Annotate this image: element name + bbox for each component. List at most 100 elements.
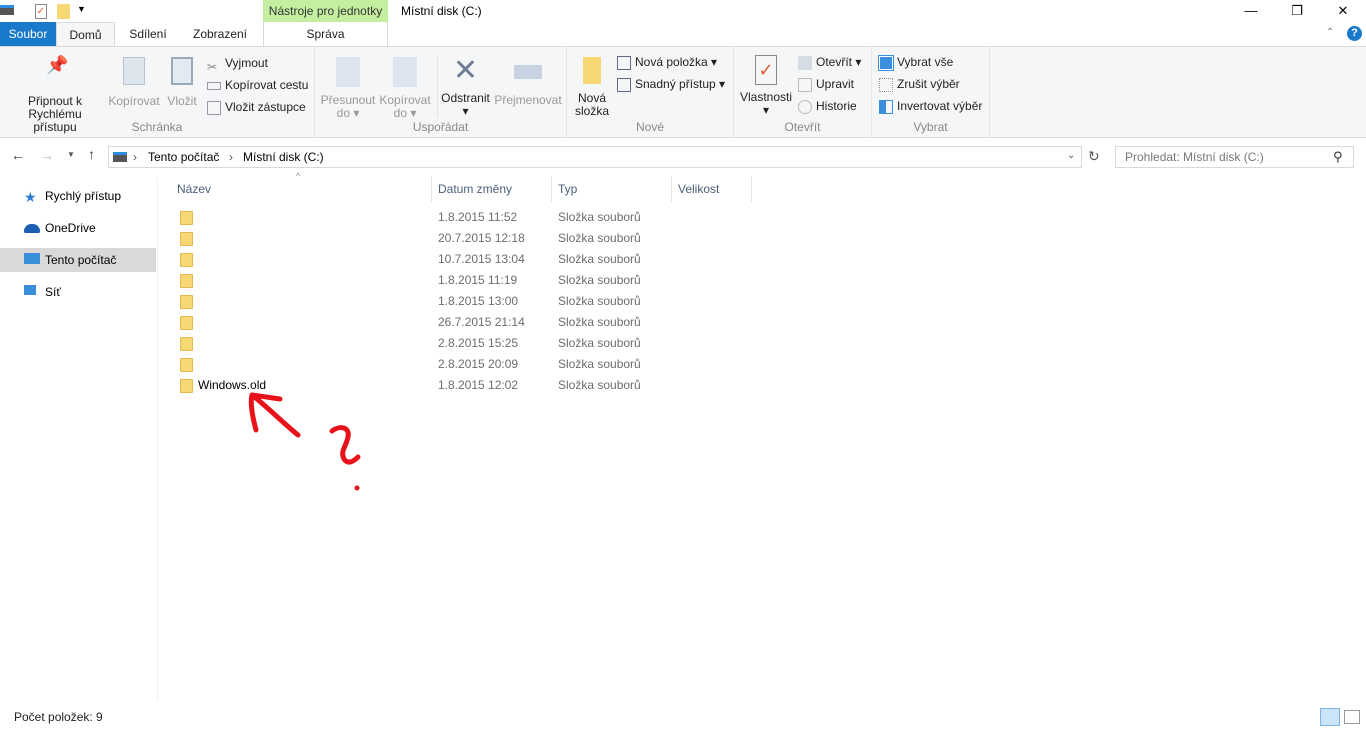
help-icon[interactable]: ? [1347,26,1362,41]
file-date: 1.8.2015 12:02 [438,378,519,392]
new-folder-quick-icon[interactable] [57,4,70,19]
history-icon [798,99,812,114]
nav-quick-access[interactable]: ★ Rychlý přístup [0,184,156,208]
open-button[interactable]: Otevřít ▾ [798,52,861,72]
group-label: Nové [635,120,664,134]
tab-share[interactable]: Sdílení [117,22,179,46]
file-type: Složka souborů [558,336,641,350]
properties-quick-icon[interactable]: ✓ [35,4,47,19]
move-to-button[interactable]: Přesunout do ▾ [319,57,377,120]
up-button[interactable]: ↑ [88,146,95,162]
breadcrumb-this-pc[interactable]: Tento počítač [148,150,219,164]
label: Odstranit [441,91,490,105]
delete-button[interactable]: ✕ Odstranit ▾ [437,55,493,118]
file-row[interactable]: 2.8.2015 20:09 Složka souborů [159,354,759,375]
breadcrumb-separator[interactable]: › [229,150,233,164]
scissors-icon: ✂ [207,59,218,74]
file-type: Složka souborů [558,273,641,287]
customize-quick-access-icon[interactable]: ▼ [77,4,86,14]
ribbon-tabs: Soubor Domů Sdílení Zobrazení Správa ⌃ ? [0,22,1366,47]
file-date: 20.7.2015 12:18 [438,231,525,245]
path-icon [207,81,221,90]
history-button[interactable]: Historie [798,96,857,116]
edit-button[interactable]: Upravit [798,74,854,94]
file-row[interactable]: 1.8.2015 13:00 Složka souborů [159,291,759,312]
copy-path-button[interactable]: Kopírovat cestu [207,75,308,95]
network-icon [24,285,36,295]
label: Vlastnosti [739,90,793,104]
properties-icon: ✓ [755,55,777,85]
select-all-button[interactable]: Vybrat vše [878,52,953,72]
tab-file[interactable]: Soubor [0,22,56,46]
breadcrumb-local-disk[interactable]: Místní disk (C:) [243,150,324,164]
new-item-button[interactable]: Nová položka ▾ [617,52,717,72]
copy-button[interactable]: Kopírovat [108,57,160,108]
column-header-type[interactable]: Typ [552,176,672,202]
delete-x-icon: ✕ [452,54,479,87]
label: Zrušit výběr [897,77,960,91]
label: Invertovat výběr [897,99,983,113]
column-header-name[interactable]: Název [171,176,432,202]
address-dropdown-icon[interactable]: ⌄ [1067,150,1075,161]
folder-icon [180,295,193,309]
label: Vložit [167,94,197,108]
recent-locations-button[interactable]: ▼ [67,150,75,159]
restore-button[interactable]: ❐ [1274,0,1320,22]
properties-button[interactable]: ✓ Vlastnosti ▾ [738,55,794,117]
breadcrumb-separator[interactable]: › [133,150,137,164]
column-header-date[interactable]: Datum změny [432,176,552,202]
paste-button[interactable]: Vložit [163,57,201,108]
tab-manage[interactable]: Správa [263,22,388,46]
label: složka [574,104,609,118]
search-input[interactable]: Prohledat: Místní disk (C:) [1115,146,1354,168]
label: Přejmenovat [494,93,562,107]
paste-shortcut-button[interactable]: Vložit zástupce [207,97,306,117]
easy-access-button[interactable]: Snadný přístup ▾ [617,74,725,94]
file-row[interactable]: 10.7.2015 13:04 Složka souborů [159,249,759,270]
file-row[interactable]: 1.8.2015 11:19 Složka souborů [159,270,759,291]
label: Historie [816,99,857,113]
file-date: 26.7.2015 21:14 [438,315,525,329]
label: do [393,106,407,120]
file-row[interactable]: 1.8.2015 11:52 Složka souborů [159,207,759,228]
new-folder-button[interactable]: Nová složka [573,57,611,118]
open-icon [798,55,812,70]
file-date: 1.8.2015 11:19 [438,273,518,287]
file-date: 2.8.2015 20:09 [438,357,519,371]
rename-icon [514,65,542,79]
collapse-ribbon-icon[interactable]: ⌃ [1326,27,1334,38]
tab-home[interactable]: Domů [56,22,115,47]
file-type: Složka souborů [558,210,641,224]
file-row[interactable]: 20.7.2015 12:18 Složka souborů [159,228,759,249]
label: Síť [45,285,61,299]
column-header-size[interactable]: Velikost [672,176,752,202]
label: Vložit zástupce [225,100,306,114]
nav-this-pc[interactable]: Tento počítač [0,248,156,272]
copy-to-button[interactable]: Kopírovat do ▾ [377,57,433,120]
window-title: Místní disk (C:) [401,4,482,18]
select-none-button[interactable]: Zrušit výběr [879,74,960,94]
nav-onedrive[interactable]: OneDrive [0,216,156,240]
file-row[interactable]: 26.7.2015 21:14 Složka souborů [159,312,759,333]
label: Nová položka [635,55,708,69]
refresh-icon[interactable]: ↻ [1088,148,1100,165]
forward-button[interactable]: → [40,147,54,163]
details-view-button[interactable] [1320,708,1340,726]
cut-button[interactable]: ✂ Vyjmout [207,53,268,74]
large-icons-view-button[interactable] [1344,710,1360,724]
navigation-pane: ★ Rychlý přístup OneDrive Tento počítač S… [0,178,158,700]
close-button[interactable]: ✕ [1320,0,1366,22]
title-bar: ✓ ▼ Nástroje pro jednotky Místní disk (C… [0,0,1366,22]
context-tab-drive-tools: Nástroje pro jednotky [263,0,388,22]
address-bar[interactable]: › Tento počítač › Místní disk (C:) ⌄ [108,146,1082,168]
tab-view[interactable]: Zobrazení [180,22,260,46]
label: Tento počítač [45,253,117,267]
file-row[interactable]: 2.8.2015 15:25 Složka souborů [159,333,759,354]
back-button[interactable]: ← [11,147,25,163]
minimize-button[interactable]: — [1228,0,1274,22]
rename-button[interactable]: Přejmenovat [493,57,563,107]
nav-network[interactable]: Síť [0,280,156,304]
label: Připnout k [27,94,83,108]
invert-selection-button[interactable]: Invertovat výběr [879,96,982,116]
paste-icon [171,57,193,85]
